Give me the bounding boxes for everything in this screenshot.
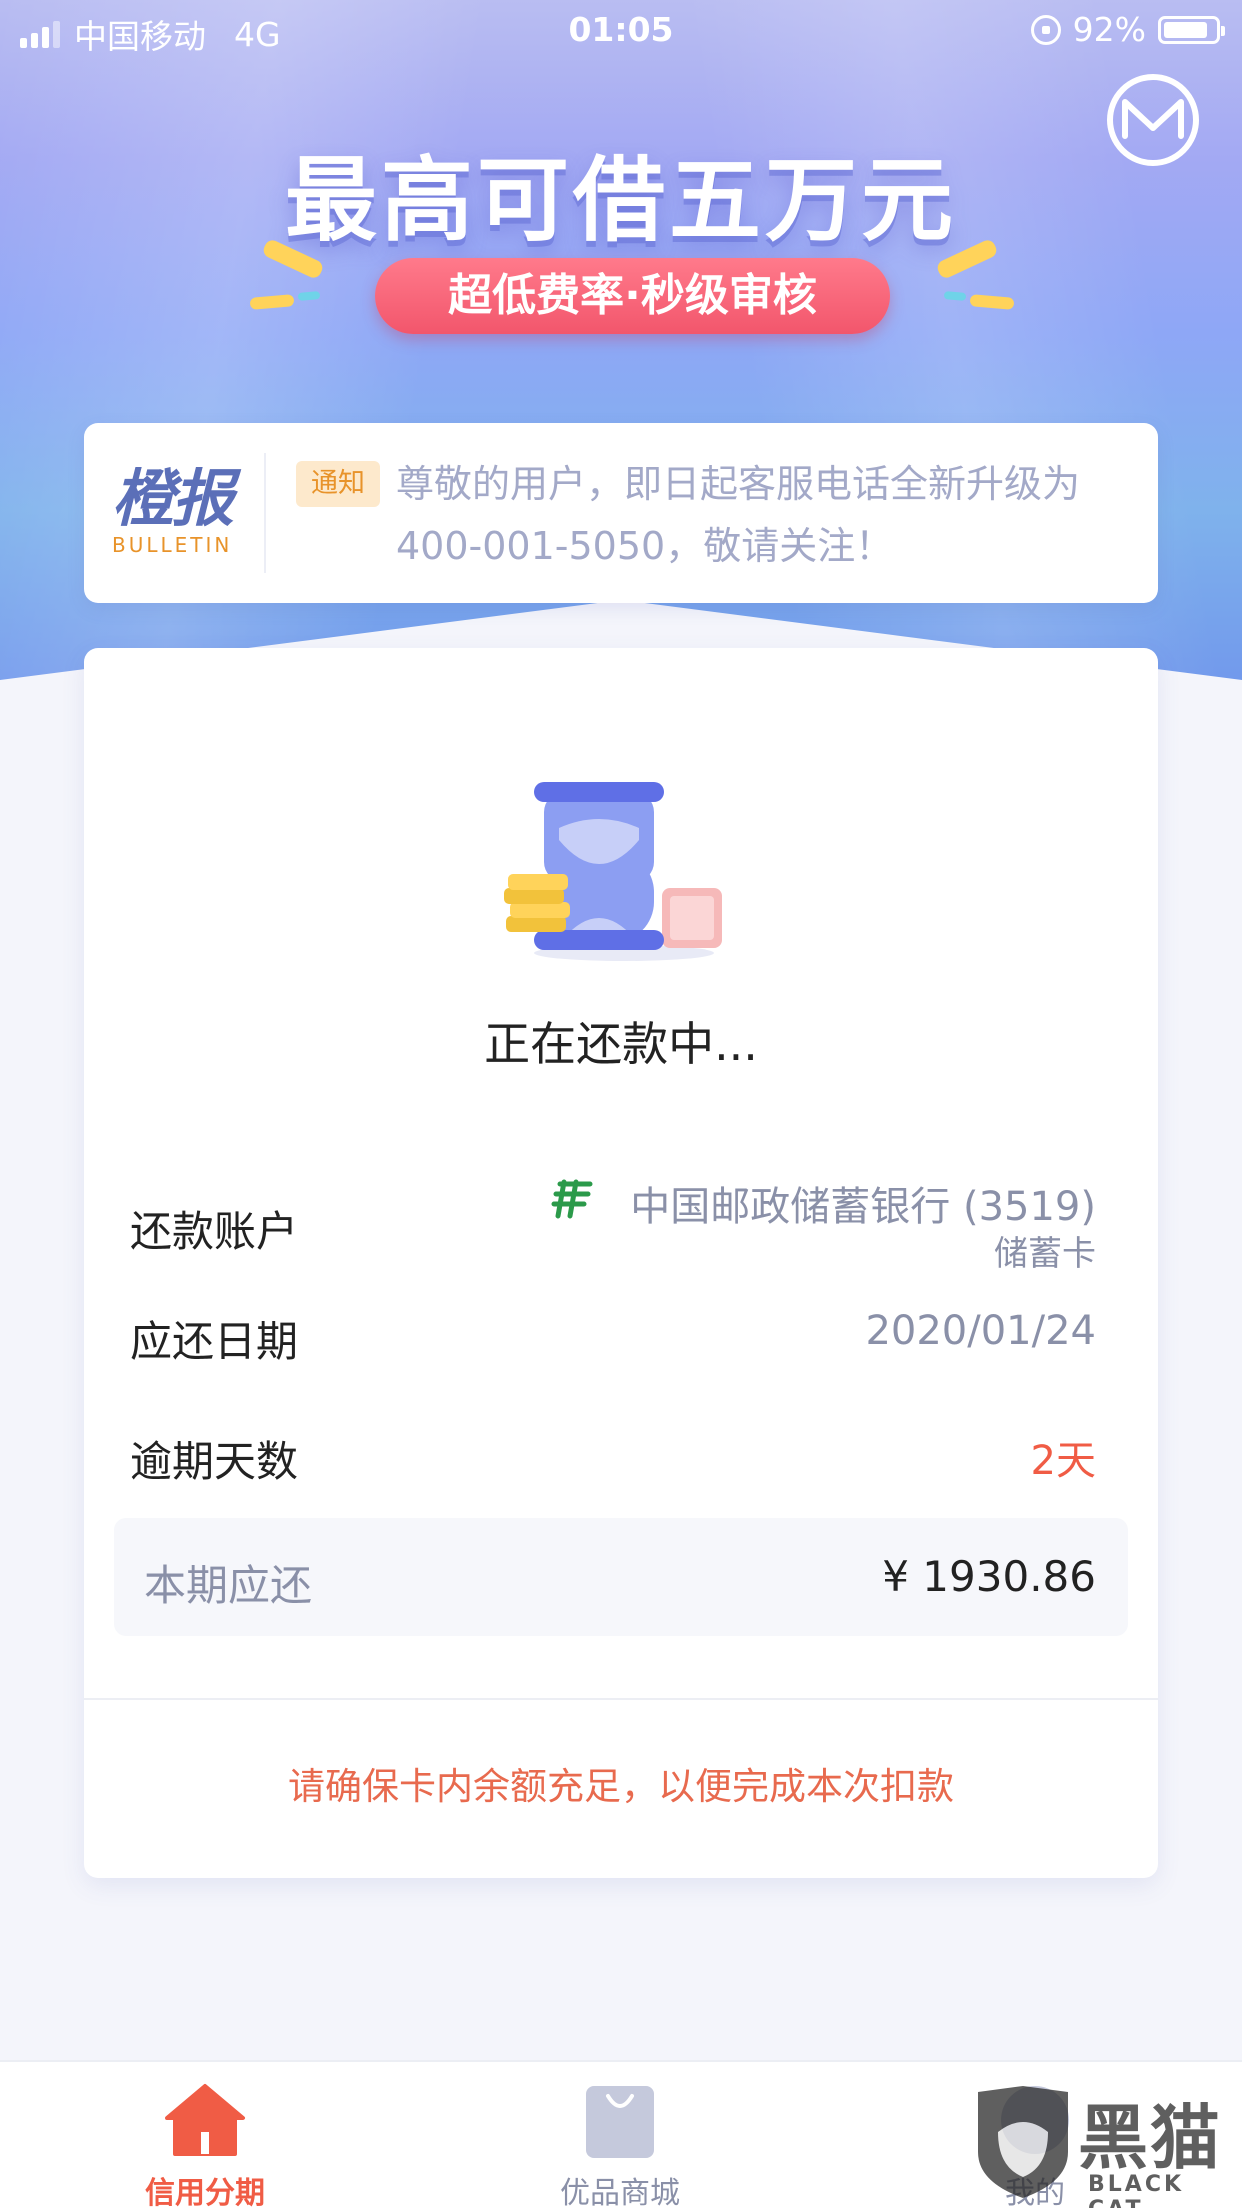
watermark-cn: 黑猫 (1078, 2097, 1222, 2179)
account-bank: 中国邮政储蓄银行 (3519) (630, 1184, 1096, 1230)
account-label: 还款账户 (130, 1207, 299, 1256)
cat-shield-icon (978, 2086, 1068, 2198)
overdue-value: 2天 (1030, 1438, 1096, 1484)
rotation-lock-icon (1030, 14, 1061, 45)
card-divider (84, 1698, 1158, 1700)
watermark-en: BLACK CAT (1088, 2172, 1185, 2208)
account-type: 储蓄卡 (994, 1234, 1096, 1274)
overdue-row: 逾期天数 2天 (130, 1428, 1096, 1488)
banner-subtitle-pill[interactable]: 超低费率·秒级审核 (375, 258, 890, 334)
amount-box: 本期应还 ¥ 1930.86 (114, 1518, 1128, 1636)
battery-icon (1158, 15, 1225, 44)
repayment-status: 正在还款中... (484, 1017, 758, 1071)
due-date-value: 2020/01/24 (865, 1308, 1096, 1354)
tab-credit-installment[interactable]: 信用分期 (85, 2082, 325, 2208)
blackcat-watermark: 黑猫 BLACK CAT (968, 2082, 1242, 2208)
overdue-label: 逾期天数 (130, 1437, 299, 1486)
bulletin-divider (264, 453, 266, 573)
notice-text: 尊敬的用户，即日起客服电话全新升级为 400-001-5050，敬请关注！ (396, 462, 1081, 568)
home-icon (163, 2082, 247, 2158)
notice-tag: 通知 (296, 461, 380, 507)
banner-title: 最高可借五万元 (284, 147, 957, 254)
balance-warning: 请确保卡内余额充足，以便完成本次扣款 (288, 1765, 954, 1808)
repayment-card: 正在还款中... 还款账户 中国邮政储蓄银行 (3519) 储蓄卡 应还日期 2… (84, 648, 1158, 1878)
tab-premium-mall[interactable]: 优品商城 (500, 2082, 740, 2208)
bulletin-logo-cn: 橙报 (112, 462, 234, 535)
bulletin-logo-en: BULLETIN (112, 533, 233, 557)
account-row[interactable]: 还款账户 中国邮政储蓄银行 (3519) 储蓄卡 (130, 1174, 1096, 1274)
due-date-label: 应还日期 (130, 1317, 299, 1366)
hourglass-icon (504, 782, 722, 961)
amount-label: 本期应还 (144, 1561, 313, 1610)
tab-label: 信用分期 (145, 2176, 265, 2208)
bulletin-logo: 橙报 BULLETIN (112, 462, 252, 558)
shopping-bag-icon (578, 2082, 662, 2158)
amount-value: ¥ 1930.86 (882, 1552, 1096, 1601)
postal-bank-icon (551, 1179, 593, 1219)
due-date-row: 应还日期 2020/01/24 (130, 1308, 1096, 1368)
tab-label: 优品商城 (560, 2176, 680, 2208)
battery-percent: 92% (1072, 10, 1146, 49)
bulletin-card[interactable]: 橙报 BULLETIN 通知 尊敬的用户，即日起客服电话全新升级为 400-00… (84, 423, 1158, 603)
status-bar: 中国移动 4G 01:05 92% (0, 0, 1242, 62)
status-right: 92% (1030, 10, 1225, 49)
